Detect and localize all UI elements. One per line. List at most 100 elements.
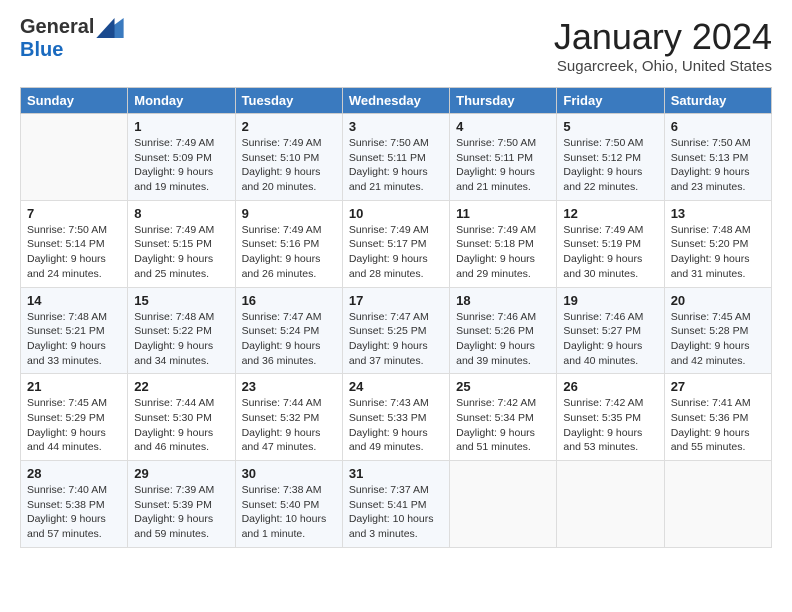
day-number: 13: [671, 206, 765, 221]
day-info: Sunrise: 7:42 AMSunset: 5:34 PMDaylight:…: [456, 396, 550, 455]
day-info: Sunrise: 7:50 AMSunset: 5:11 PMDaylight:…: [456, 136, 550, 195]
weekday-header-saturday: Saturday: [664, 88, 771, 114]
logo-blue-text: Blue: [20, 39, 63, 61]
calendar-week-row: 28Sunrise: 7:40 AMSunset: 5:38 PMDayligh…: [21, 461, 772, 548]
calendar-cell: 22Sunrise: 7:44 AMSunset: 5:30 PMDayligh…: [128, 374, 235, 461]
calendar-cell: 15Sunrise: 7:48 AMSunset: 5:22 PMDayligh…: [128, 287, 235, 374]
calendar-table: SundayMondayTuesdayWednesdayThursdayFrid…: [20, 87, 772, 548]
day-info: Sunrise: 7:48 AMSunset: 5:21 PMDaylight:…: [27, 310, 121, 369]
day-number: 10: [349, 206, 443, 221]
calendar-cell: 31Sunrise: 7:37 AMSunset: 5:41 PMDayligh…: [342, 461, 449, 548]
calendar-cell: 28Sunrise: 7:40 AMSunset: 5:38 PMDayligh…: [21, 461, 128, 548]
day-info: Sunrise: 7:43 AMSunset: 5:33 PMDaylight:…: [349, 396, 443, 455]
weekday-header-tuesday: Tuesday: [235, 88, 342, 114]
day-number: 8: [134, 206, 228, 221]
day-info: Sunrise: 7:49 AMSunset: 5:18 PMDaylight:…: [456, 223, 550, 282]
day-number: 23: [242, 379, 336, 394]
logo: General Blue: [20, 16, 124, 62]
day-number: 31: [349, 466, 443, 481]
day-info: Sunrise: 7:42 AMSunset: 5:35 PMDaylight:…: [563, 396, 657, 455]
day-info: Sunrise: 7:50 AMSunset: 5:13 PMDaylight:…: [671, 136, 765, 195]
calendar-week-row: 21 Sunrise: 7:45 AMSunset: 5:29 PMDayligh…: [21, 374, 772, 461]
calendar-week-row: 1 Sunrise: 7:49 AMSunset: 5:09 PMDaylight…: [21, 114, 772, 201]
title-block: January 2024 Sugarcreek, Ohio, United St…: [554, 16, 772, 75]
day-info: Sunrise: 7:46 AMSunset: 5:27 PMDaylight:…: [563, 310, 657, 369]
calendar-cell: 20 Sunrise: 7:45 AMSunset: 5:28 PMDayligh…: [664, 287, 771, 374]
calendar-cell: 9 Sunrise: 7:49 AMSunset: 5:16 PMDaylight…: [235, 200, 342, 287]
day-number: 7: [27, 206, 121, 221]
day-number: 11: [456, 206, 550, 221]
weekday-header-row: SundayMondayTuesdayWednesdayThursdayFrid…: [21, 88, 772, 114]
page-header: General Blue January 2024 Sugarcreek, Oh…: [20, 16, 772, 75]
calendar-cell: 1 Sunrise: 7:49 AMSunset: 5:09 PMDaylight…: [128, 114, 235, 201]
day-info: Sunrise: 7:45 AMSunset: 5:28 PMDaylight:…: [671, 310, 765, 369]
day-number: 12: [563, 206, 657, 221]
day-info: Sunrise: 7:45 AMSunset: 5:29 PMDaylight:…: [27, 396, 121, 455]
day-info: Sunrise: 7:47 AMSunset: 5:25 PMDaylight:…: [349, 310, 443, 369]
calendar-cell: 16Sunrise: 7:47 AMSunset: 5:24 PMDayligh…: [235, 287, 342, 374]
day-number: 1: [134, 119, 228, 134]
day-info: Sunrise: 7:49 AMSunset: 5:15 PMDaylight:…: [134, 223, 228, 282]
day-number: 4: [456, 119, 550, 134]
day-info: Sunrise: 7:44 AMSunset: 5:30 PMDaylight:…: [134, 396, 228, 455]
day-number: 19: [563, 293, 657, 308]
day-number: 26: [563, 379, 657, 394]
day-info: Sunrise: 7:50 AMSunset: 5:12 PMDaylight:…: [563, 136, 657, 195]
calendar-cell: 21 Sunrise: 7:45 AMSunset: 5:29 PMDayligh…: [21, 374, 128, 461]
day-info: Sunrise: 7:49 AMSunset: 5:16 PMDaylight:…: [242, 223, 336, 282]
weekday-header-thursday: Thursday: [450, 88, 557, 114]
day-number: 3: [349, 119, 443, 134]
day-number: 17: [349, 293, 443, 308]
day-info: Sunrise: 7:50 AMSunset: 5:14 PMDaylight:…: [27, 223, 121, 282]
day-number: 21: [27, 379, 121, 394]
calendar-cell: [664, 461, 771, 548]
calendar-cell: 3 Sunrise: 7:50 AMSunset: 5:11 PMDaylight…: [342, 114, 449, 201]
day-info: Sunrise: 7:47 AMSunset: 5:24 PMDaylight:…: [242, 310, 336, 369]
day-info: Sunrise: 7:49 AMSunset: 5:09 PMDaylight:…: [134, 136, 228, 195]
logo-icon: [96, 18, 124, 38]
day-number: 27: [671, 379, 765, 394]
day-number: 29: [134, 466, 228, 481]
calendar-cell: 18Sunrise: 7:46 AMSunset: 5:26 PMDayligh…: [450, 287, 557, 374]
calendar-cell: 2 Sunrise: 7:49 AMSunset: 5:10 PMDaylight…: [235, 114, 342, 201]
calendar-cell: 19 Sunrise: 7:46 AMSunset: 5:27 PMDayligh…: [557, 287, 664, 374]
location-text: Sugarcreek, Ohio, United States: [554, 58, 772, 75]
calendar-cell: 11 Sunrise: 7:49 AMSunset: 5:18 PMDayligh…: [450, 200, 557, 287]
calendar-cell: 30Sunrise: 7:38 AMSunset: 5:40 PMDayligh…: [235, 461, 342, 548]
calendar-cell: 6 Sunrise: 7:50 AMSunset: 5:13 PMDaylight…: [664, 114, 771, 201]
weekday-header-wednesday: Wednesday: [342, 88, 449, 114]
day-info: Sunrise: 7:41 AMSunset: 5:36 PMDaylight:…: [671, 396, 765, 455]
month-title: January 2024: [554, 16, 772, 58]
day-number: 5: [563, 119, 657, 134]
calendar-cell: 25 Sunrise: 7:42 AMSunset: 5:34 PMDayligh…: [450, 374, 557, 461]
day-info: Sunrise: 7:46 AMSunset: 5:26 PMDaylight:…: [456, 310, 550, 369]
calendar-cell: 12 Sunrise: 7:49 AMSunset: 5:19 PMDayligh…: [557, 200, 664, 287]
day-info: Sunrise: 7:38 AMSunset: 5:40 PMDaylight:…: [242, 483, 336, 542]
day-number: 15: [134, 293, 228, 308]
day-number: 2: [242, 119, 336, 134]
day-number: 9: [242, 206, 336, 221]
day-info: Sunrise: 7:44 AMSunset: 5:32 PMDaylight:…: [242, 396, 336, 455]
day-number: 14: [27, 293, 121, 308]
day-number: 6: [671, 119, 765, 134]
day-info: Sunrise: 7:49 AMSunset: 5:10 PMDaylight:…: [242, 136, 336, 195]
day-number: 24: [349, 379, 443, 394]
day-info: Sunrise: 7:50 AMSunset: 5:11 PMDaylight:…: [349, 136, 443, 195]
calendar-cell: 8 Sunrise: 7:49 AMSunset: 5:15 PMDaylight…: [128, 200, 235, 287]
weekday-header-friday: Friday: [557, 88, 664, 114]
weekday-header-sunday: Sunday: [21, 88, 128, 114]
weekday-header-monday: Monday: [128, 88, 235, 114]
day-info: Sunrise: 7:39 AMSunset: 5:39 PMDaylight:…: [134, 483, 228, 542]
day-number: 25: [456, 379, 550, 394]
calendar-cell: 27 Sunrise: 7:41 AMSunset: 5:36 PMDayligh…: [664, 374, 771, 461]
day-info: Sunrise: 7:49 AMSunset: 5:17 PMDaylight:…: [349, 223, 443, 282]
calendar-cell: [450, 461, 557, 548]
calendar-cell: [557, 461, 664, 548]
day-info: Sunrise: 7:49 AMSunset: 5:19 PMDaylight:…: [563, 223, 657, 282]
calendar-week-row: 14 Sunrise: 7:48 AMSunset: 5:21 PMDayligh…: [21, 287, 772, 374]
logo-general-text: General: [20, 16, 94, 39]
calendar-cell: 14 Sunrise: 7:48 AMSunset: 5:21 PMDayligh…: [21, 287, 128, 374]
day-number: 20: [671, 293, 765, 308]
day-number: 28: [27, 466, 121, 481]
calendar-cell: 23 Sunrise: 7:44 AMSunset: 5:32 PMDayligh…: [235, 374, 342, 461]
